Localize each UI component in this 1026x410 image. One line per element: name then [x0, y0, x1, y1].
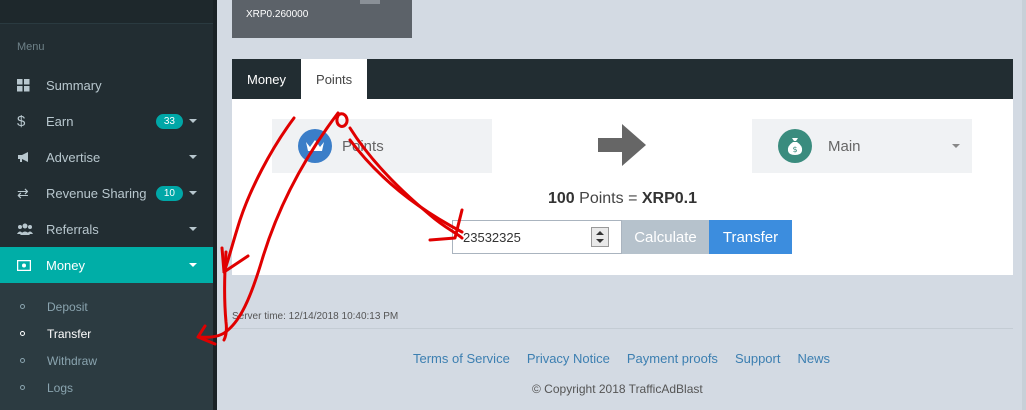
sidebar-item-label: Money: [46, 257, 86, 273]
earn-count-badge: 33: [155, 113, 183, 129]
circle-icon: [20, 358, 25, 363]
from-wallet-label: Points: [342, 137, 384, 155]
chevron-down-icon: [189, 119, 197, 123]
dashboard-icon: [0, 78, 46, 92]
footer-link-privacy[interactable]: Privacy Notice: [527, 351, 610, 366]
chevron-down-icon: [952, 144, 960, 148]
sidebar-item-advertise[interactable]: Advertise: [0, 139, 213, 175]
money-icon: [0, 259, 46, 271]
tab-points[interactable]: Points: [301, 59, 368, 99]
sidebar-item-label: Advertise: [46, 149, 101, 165]
money-bag-icon: $: [778, 129, 812, 163]
rate-equals: =: [628, 190, 638, 207]
menu-header: Menu: [17, 41, 45, 53]
revenue-sharing-count-badge: 10: [155, 185, 183, 201]
transfer-button[interactable]: Transfer: [709, 220, 792, 254]
conversion-rate: 100 Points = XRP0.1: [232, 190, 1013, 208]
tab-money[interactable]: Money: [232, 59, 301, 99]
submenu-item-withdraw[interactable]: Withdraw: [0, 347, 213, 374]
sidebar-item-label: Earn: [46, 113, 74, 129]
balance-card: XRP0.260000: [232, 0, 412, 38]
calculate-button[interactable]: Calculate: [622, 220, 709, 254]
rate-points-unit: Points: [579, 190, 624, 207]
from-wallet-select[interactable]: Points: [272, 119, 492, 173]
circle-icon: [20, 304, 25, 309]
submenu-item-label: Withdraw: [47, 353, 98, 368]
sidebar-topbar: [0, 0, 217, 24]
footer-link-terms[interactable]: Terms of Service: [413, 351, 510, 366]
submenu-item-deposit[interactable]: Deposit: [0, 293, 213, 320]
sidebar-item-summary[interactable]: Summary: [0, 67, 213, 103]
card-handle: [360, 0, 380, 4]
sidebar: Menu Summary $ Earn 33 Advertise ⇄ Reven…: [0, 0, 217, 410]
to-wallet-label: Main: [828, 137, 861, 155]
footer-divider: [232, 328, 1013, 329]
server-time: Server time: 12/14/2018 10:40:13 PM: [232, 311, 399, 322]
to-wallet-select[interactable]: $ Main: [752, 119, 972, 173]
submenu-item-label: Transfer: [47, 326, 92, 341]
sidebar-item-earn[interactable]: $ Earn 33: [0, 103, 213, 139]
footer-link-support[interactable]: Support: [735, 351, 781, 366]
crown-icon: [298, 129, 332, 163]
sidebar-item-money[interactable]: Money: [0, 247, 213, 283]
rate-xrp-value: XRP0.1: [641, 190, 697, 207]
chevron-down-icon: [189, 155, 197, 159]
sidebar-item-label: Referrals: [46, 221, 99, 237]
submenu-item-label: Deposit: [47, 299, 88, 314]
submenu-item-label: Logs: [47, 380, 74, 395]
sidebar-item-label: Revenue Sharing: [46, 185, 147, 201]
footer-links: Terms of Service Privacy Notice Payment …: [413, 351, 830, 366]
rate-points-amount: 100: [547, 190, 575, 207]
balance-value: XRP0.260000: [246, 9, 309, 20]
number-spinner[interactable]: [591, 227, 609, 247]
users-icon: [0, 223, 46, 235]
footer-link-payment-proofs[interactable]: Payment proofs: [627, 351, 718, 366]
dollar-icon: $: [17, 112, 26, 130]
arrow-right-icon: [596, 122, 648, 173]
page-scrollbar[interactable]: [1022, 0, 1026, 410]
submenu-item-transfer[interactable]: Transfer: [0, 320, 213, 347]
submenu-item-logs[interactable]: Logs: [0, 374, 213, 401]
chevron-down-icon: [189, 191, 197, 195]
copyright: © Copyright 2018 TrafficAdBlast: [532, 382, 703, 396]
transfer-panel: Money Points Points $ Main 100 Points = …: [232, 59, 1013, 275]
svg-text:$: $: [792, 145, 797, 154]
sidebar-edge: [213, 0, 217, 410]
exchange-icon: ⇄: [17, 184, 29, 201]
sidebar-item-label: Summary: [46, 77, 102, 93]
bullhorn-icon: [0, 151, 46, 163]
footer-link-news[interactable]: News: [797, 351, 830, 366]
sidebar-item-revenue-sharing[interactable]: ⇄ Revenue Sharing 10: [0, 175, 213, 211]
chevron-down-icon: [189, 227, 197, 231]
panel-tabs: Money Points: [232, 59, 1013, 99]
money-submenu: Deposit Transfer Withdraw Logs: [0, 283, 213, 410]
circle-icon: [20, 385, 25, 390]
chevron-down-icon: [189, 263, 197, 267]
sidebar-item-referrals[interactable]: Referrals: [0, 211, 213, 247]
circle-icon: [20, 331, 25, 336]
